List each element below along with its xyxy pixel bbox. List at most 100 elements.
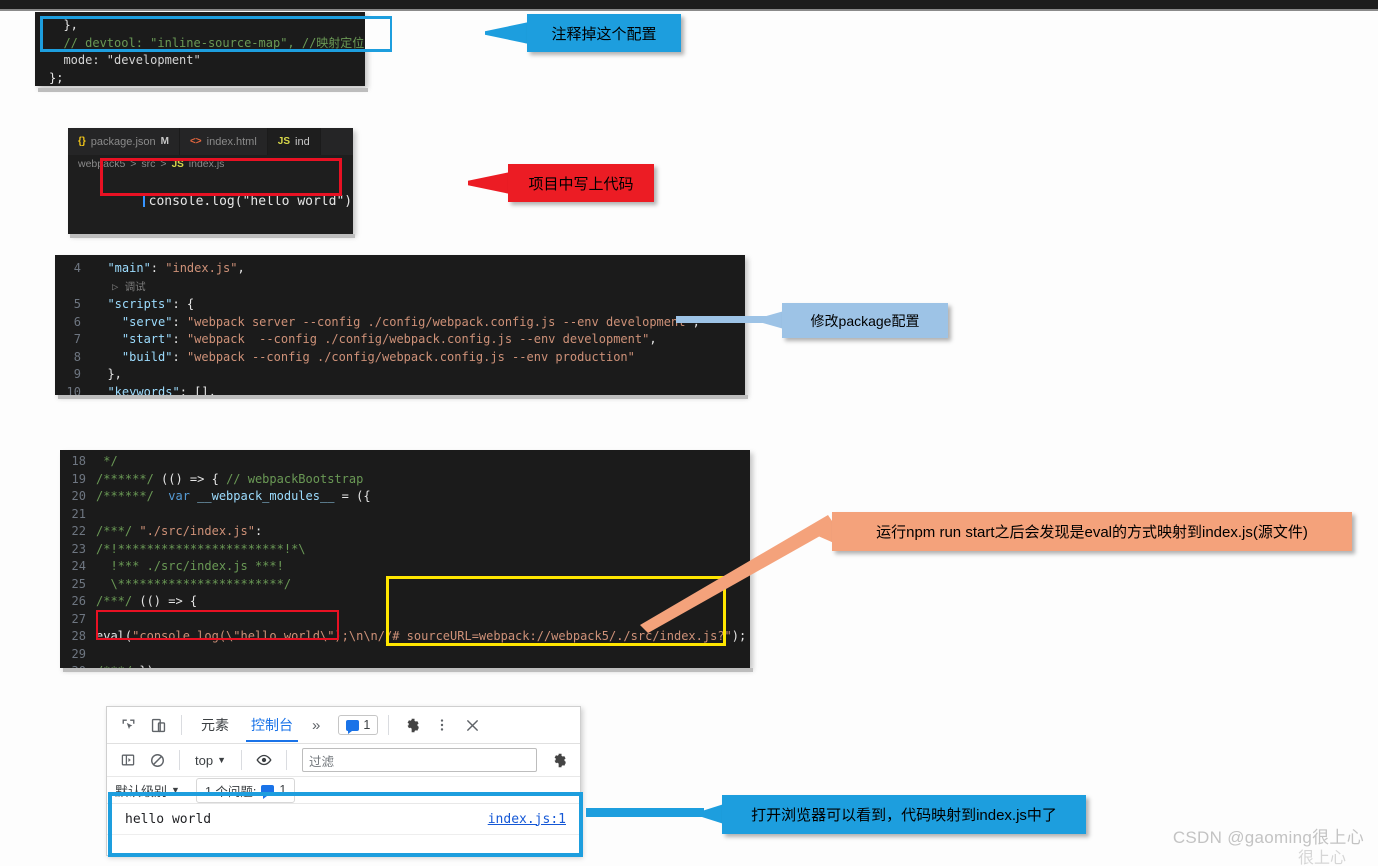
breadcrumb-item-file[interactable]: index.js bbox=[189, 158, 225, 170]
console-log-row[interactable]: hello world index.js:1 bbox=[107, 804, 580, 835]
more-tabs-icon[interactable]: » bbox=[306, 717, 326, 734]
chevron-down-icon: ▼ bbox=[217, 755, 226, 765]
more-vertical-icon[interactable] bbox=[429, 712, 455, 738]
callout-text: 运行npm run start之后会发现是eval的方式映射到index.js(… bbox=[876, 524, 1308, 541]
message-icon bbox=[346, 719, 360, 734]
console-levels-bar: 默认级别 ▼ 1 个问题: 1 bbox=[107, 777, 580, 804]
panel-shadow bbox=[38, 88, 368, 92]
code-text: "keywords" bbox=[93, 384, 180, 396]
panel-shadow bbox=[63, 668, 753, 672]
console-filter-input[interactable]: 过滤 bbox=[302, 748, 537, 772]
editor-tab-bar: {} package.json M <> index.html JS ind bbox=[68, 128, 353, 155]
tab-label: package.json bbox=[90, 135, 156, 148]
webpack-config-code-panel: }, // devtool: "inline-source-map", //映射… bbox=[35, 12, 365, 86]
toolbar-divider bbox=[179, 750, 180, 770]
code-text: mode: "development" bbox=[49, 53, 201, 67]
breadcrumb-item-root[interactable]: webpack5 bbox=[78, 158, 125, 170]
code-text: }, bbox=[93, 367, 122, 381]
breadcrumb-item-src[interactable]: src bbox=[141, 158, 155, 170]
tab-index-html[interactable]: <> index.html bbox=[180, 128, 268, 155]
tab-label: ind bbox=[295, 135, 310, 148]
callout-write-code-in-project: 项目中写上代码 bbox=[508, 164, 654, 202]
line-number: 18 bbox=[71, 454, 86, 468]
code-text: /***/ bbox=[96, 594, 140, 608]
line-number: 28 bbox=[71, 629, 86, 643]
code-text: : bbox=[172, 314, 187, 329]
tab-index-js[interactable]: JS ind bbox=[267, 128, 321, 155]
line-number: 29 bbox=[71, 646, 86, 661]
inspect-element-icon[interactable] bbox=[115, 712, 141, 738]
tab-elements[interactable]: 元素 bbox=[192, 708, 238, 742]
code-text: "serve" bbox=[93, 314, 173, 329]
callout-text: 注释掉这个配置 bbox=[551, 25, 657, 43]
code-text: : bbox=[254, 524, 263, 538]
code-text: !*** ./src/index.js ***! bbox=[96, 559, 284, 573]
code-text: /*!***********************!*\ bbox=[96, 541, 306, 556]
log-level-select[interactable]: 默认级别 ▼ bbox=[115, 781, 186, 800]
live-expression-icon[interactable] bbox=[251, 747, 277, 773]
console-log-source-link[interactable]: index.js:1 bbox=[488, 812, 566, 827]
chrome-devtools-panel: 元素 控制台 » 1 top ▼ 过滤 默认级别 ▼ 1 个问题: 1 hell… bbox=[106, 706, 581, 856]
device-toolbar-icon[interactable] bbox=[145, 712, 171, 738]
json-braces-icon: {} bbox=[78, 136, 86, 147]
code-text: __webpack_modules__ bbox=[197, 489, 335, 503]
code-text: = ({ bbox=[334, 489, 371, 503]
tab-console[interactable]: 控制台 bbox=[242, 708, 302, 742]
code-text: }, bbox=[49, 18, 78, 32]
callout-leader-line-5 bbox=[586, 808, 704, 817]
code-text: /******/ bbox=[96, 471, 162, 486]
gear-icon[interactable] bbox=[546, 747, 572, 773]
chevron-down-icon: ▼ bbox=[171, 785, 180, 795]
breadcrumb[interactable]: webpack5 > src > JS index.js bbox=[68, 155, 353, 173]
issues-count: 1 bbox=[363, 718, 371, 732]
callout-tail-5 bbox=[702, 804, 724, 824]
vscode-editor-panel: {} package.json M <> index.html JS ind w… bbox=[68, 128, 353, 234]
clear-console-icon[interactable] bbox=[144, 747, 170, 773]
code-text: var bbox=[161, 489, 198, 503]
execution-context-select[interactable]: top ▼ bbox=[189, 753, 232, 768]
tab-label: 控制台 bbox=[251, 717, 293, 733]
codelens-debug-link[interactable]: ▷ 调试 bbox=[93, 281, 146, 293]
code-text: /***/ bbox=[96, 524, 140, 538]
issues-summary[interactable]: 1 个问题: 1 bbox=[195, 777, 296, 803]
panel-shadow bbox=[70, 234, 355, 238]
editor-code-area[interactable]: console.log("hello world"); bbox=[68, 173, 353, 228]
html-tag-icon: <> bbox=[189, 136, 202, 147]
callout-tail-2 bbox=[468, 172, 510, 194]
callout-text: 项目中写上代码 bbox=[528, 175, 634, 193]
close-icon[interactable] bbox=[459, 712, 485, 738]
callout-eval-sourcemap-note: 运行npm run start之后会发现是eval的方式映射到index.js(… bbox=[832, 512, 1352, 551]
issues-label: 1 个问题: bbox=[204, 784, 257, 799]
code-text: , bbox=[649, 332, 657, 346]
code-text: "./src/index.js" bbox=[139, 524, 255, 538]
console-sidebar-icon[interactable] bbox=[115, 747, 141, 773]
gear-icon[interactable] bbox=[399, 712, 425, 738]
code-text: : bbox=[172, 349, 187, 364]
code-text: }; bbox=[49, 70, 64, 85]
console-toolbar: top ▼ 过滤 bbox=[107, 744, 580, 777]
callout-leader-line-4 bbox=[640, 515, 836, 633]
js-icon: JS bbox=[277, 136, 291, 147]
line-number: 25 bbox=[71, 576, 86, 591]
js-icon: JS bbox=[171, 158, 184, 170]
code-text-eval-keyword: eval bbox=[96, 629, 125, 643]
line-number: 24 bbox=[71, 559, 86, 573]
code-text: , bbox=[237, 261, 245, 275]
line-number: 8 bbox=[73, 349, 81, 364]
code-text: "webpack --config ./config/webpack.confi… bbox=[186, 332, 650, 346]
toolbar-divider bbox=[388, 715, 390, 735]
tab-label: 元素 bbox=[201, 717, 229, 733]
code-text: "scripts" bbox=[93, 297, 173, 311]
tab-package-json[interactable]: {} package.json M bbox=[68, 128, 180, 155]
csdn-watermark-partial: 很上心 bbox=[1297, 850, 1346, 867]
code-text: "main" bbox=[93, 261, 151, 275]
screenshot-canvas: }, // devtool: "inline-source-map", //映射… bbox=[0, 0, 1378, 867]
line-number: 22 bbox=[71, 524, 86, 538]
line-number: 5 bbox=[73, 297, 81, 311]
code-text: "start" bbox=[93, 332, 173, 346]
text-caret bbox=[142, 193, 145, 207]
code-text: "build" bbox=[93, 349, 173, 364]
issues-badge[interactable]: 1 bbox=[338, 715, 379, 735]
code-text: : bbox=[172, 332, 187, 346]
code-text: : bbox=[150, 261, 166, 275]
